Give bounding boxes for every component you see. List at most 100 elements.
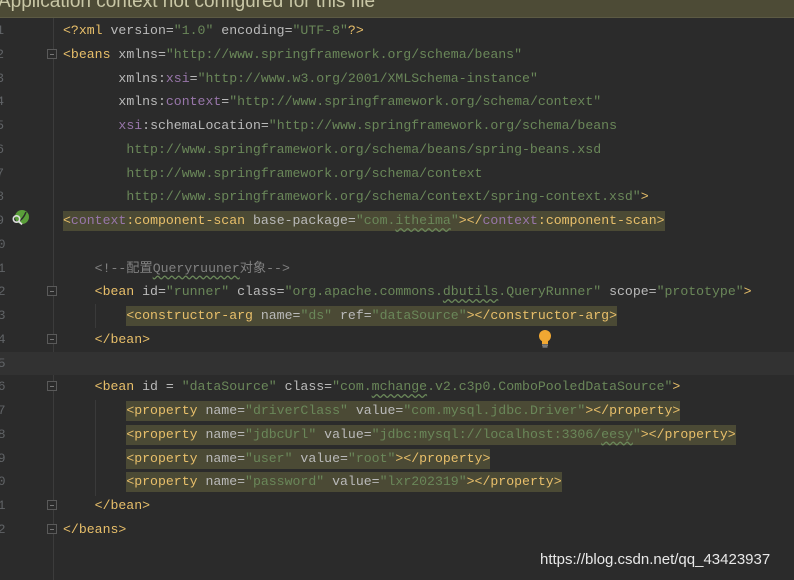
token-val: "http://www.springframework.org/schema/b… [268, 118, 617, 134]
code-text: </bean> [63, 497, 150, 515]
line-number: 20 [0, 474, 6, 490]
token-attr: name= [205, 403, 246, 419]
code-text: <property name="password" value="lxr2023… [63, 472, 562, 493]
code-line[interactable]: 17 <property name="driverClass" value="c… [0, 399, 794, 423]
code-line[interactable]: 8 http://www.springframework.org/schema/… [0, 185, 794, 209]
code-line[interactable]: 10 [0, 233, 794, 257]
token-tag: <property [126, 450, 206, 466]
token-val: "jdbcUrl" [245, 426, 317, 442]
lightbulb-icon[interactable] [538, 330, 552, 348]
token-val: "com. [355, 213, 396, 229]
token-attr: xmlns: [118, 70, 166, 86]
notification-banner[interactable]: Application context not configured for t… [0, 0, 794, 18]
token-attr: :schemaLocation= [142, 118, 269, 134]
token-val: "com. [332, 379, 372, 395]
code-line[interactable]: 6 http://www.springframework.org/schema/… [0, 138, 794, 162]
token-val: .v2.c3p0.ComboPooledDataSource" [427, 379, 673, 395]
token-val: "password" [245, 474, 325, 490]
fold-toggle-icon[interactable] [47, 48, 57, 59]
indent-guide [95, 304, 96, 328]
token-attr: version= [110, 23, 174, 38]
code-line[interactable]: 13 <constructor-arg name="ds" ref="dataS… [0, 304, 794, 328]
code-line[interactable]: 14 </bean> [0, 328, 794, 352]
code-line[interactable]: 18 <property name="jdbcUrl" value="jdbc:… [0, 423, 794, 447]
token-attr: name= [205, 450, 246, 466]
token-val: "driverClass" [245, 403, 348, 419]
code-line[interactable]: 9 <context:component-scan base-package="c… [0, 209, 794, 233]
indent-guide [95, 400, 96, 496]
fold-toggle-icon[interactable] [47, 333, 57, 344]
code-line[interactable]: 7 http://www.springframework.org/schema/… [0, 162, 794, 186]
line-number: 3 [0, 70, 4, 86]
highlighted-tag: <property name="password" value="lxr2023… [126, 472, 562, 493]
code-line[interactable]: 21 </bean> [0, 494, 794, 518]
fold-toggle-icon[interactable] [47, 381, 57, 392]
token-attr: id= [142, 284, 166, 300]
line-number: 5 [0, 118, 4, 134]
banner-text: Application context not configured for t… [0, 0, 376, 12]
highlighted-tag: <property name="user" value="root"></pro… [126, 448, 491, 469]
code-line[interactable]: 3 xmlns:xsi="http://www.w3.org/2001/XMLS… [0, 67, 794, 91]
code-line[interactable]: 12 <bean id="runner" class="org.apache.c… [0, 280, 794, 304]
code-tokens: xmlns:context="http://www.springframewor… [118, 94, 601, 109]
token-attr: class= [276, 379, 333, 395]
code-line[interactable]: 5 xsi:schemaLocation="http://www.springf… [0, 114, 794, 138]
token-tag: <?xml [63, 23, 111, 38]
token-val: "1.0" [173, 23, 214, 38]
token-val: http://www.springframework.org/schema/co… [126, 165, 483, 181]
line-number: 13 [0, 308, 6, 324]
code-text: <constructor-arg name="ds" ref="dataSour… [63, 306, 618, 327]
code-text: http://www.springframework.org/schema/be… [63, 141, 601, 159]
token-attr: id = [142, 379, 182, 395]
token-val: "http://www.springframework.org/schema/b… [165, 46, 523, 62]
code-text: xmlns:context="http://www.springframewor… [63, 93, 601, 111]
token-attr: value= [324, 474, 380, 490]
token-tag: </beans> [63, 521, 127, 537]
code-line[interactable]: 16 <bean id = "dataSource" class="com.mc… [0, 375, 794, 399]
code-line[interactable]: 1 <?xml version="1.0" encoding="UTF-8"?> [0, 19, 794, 43]
fold-toggle-icon[interactable] [47, 500, 57, 511]
code-line[interactable]: 20 <property name="password" value="lxr2… [0, 470, 794, 494]
fold-toggle-icon[interactable] [47, 286, 57, 297]
token-tag: :component-scan> [537, 213, 665, 229]
line-number: 4 [0, 94, 4, 110]
code-line[interactable]: 22 </beans> [0, 518, 794, 542]
token-attr: class= [229, 284, 285, 300]
token-val: "lxr202319" [379, 474, 467, 490]
code-tokens: xsi:schemaLocation="http://www.springfra… [118, 118, 617, 133]
code-line[interactable]: 19 <property name="user" value="root"></… [0, 447, 794, 471]
token-attr: xmlns: [118, 94, 166, 110]
code-text: http://www.springframework.org/schema/co… [63, 188, 648, 206]
token-val: "runner" [165, 284, 230, 300]
code-text: http://www.springframework.org/schema/co… [63, 165, 482, 183]
code-text: <beans xmlns="http://www.springframework… [63, 46, 522, 64]
spring-bean-search-icon[interactable] [11, 210, 29, 226]
code-tokens: </bean> [95, 332, 150, 347]
code-tokens: http://www.springframework.org/schema/be… [126, 142, 601, 157]
token-val: " [450, 213, 459, 229]
line-number: 17 [0, 403, 6, 419]
code-line[interactable]: 15 [0, 351, 794, 376]
line-number: 21 [0, 498, 6, 514]
code-text: <bean id="runner" class="org.apache.comm… [63, 283, 752, 301]
token-tag: > [743, 284, 752, 300]
code-tokens: xmlns:xsi="http://www.w3.org/2001/XMLSch… [118, 71, 537, 86]
token-val: "ds" [300, 308, 333, 324]
line-number: 2 [0, 46, 4, 62]
token-tag: ></property> [466, 474, 562, 490]
code-tokens: http://www.springframework.org/schema/co… [126, 189, 648, 204]
highlighted-tag: <context:component-scan base-package="co… [63, 211, 665, 232]
code-line[interactable]: 2 <beans xmlns="http://www.springframewor… [0, 43, 794, 67]
token-val: http://www.springframework.org/schema/co… [126, 189, 641, 205]
token-ns: context [165, 94, 222, 110]
line-number: 9 [0, 213, 4, 229]
token-typov: mchange [371, 379, 428, 395]
code-line[interactable]: 4 xmlns:context="http://www.springframew… [0, 90, 794, 114]
token-val: "dataSource" [371, 308, 467, 324]
fold-toggle-icon[interactable] [47, 523, 57, 534]
code-line[interactable]: 11 <!--配置Queryruuner对象--> [0, 257, 794, 281]
